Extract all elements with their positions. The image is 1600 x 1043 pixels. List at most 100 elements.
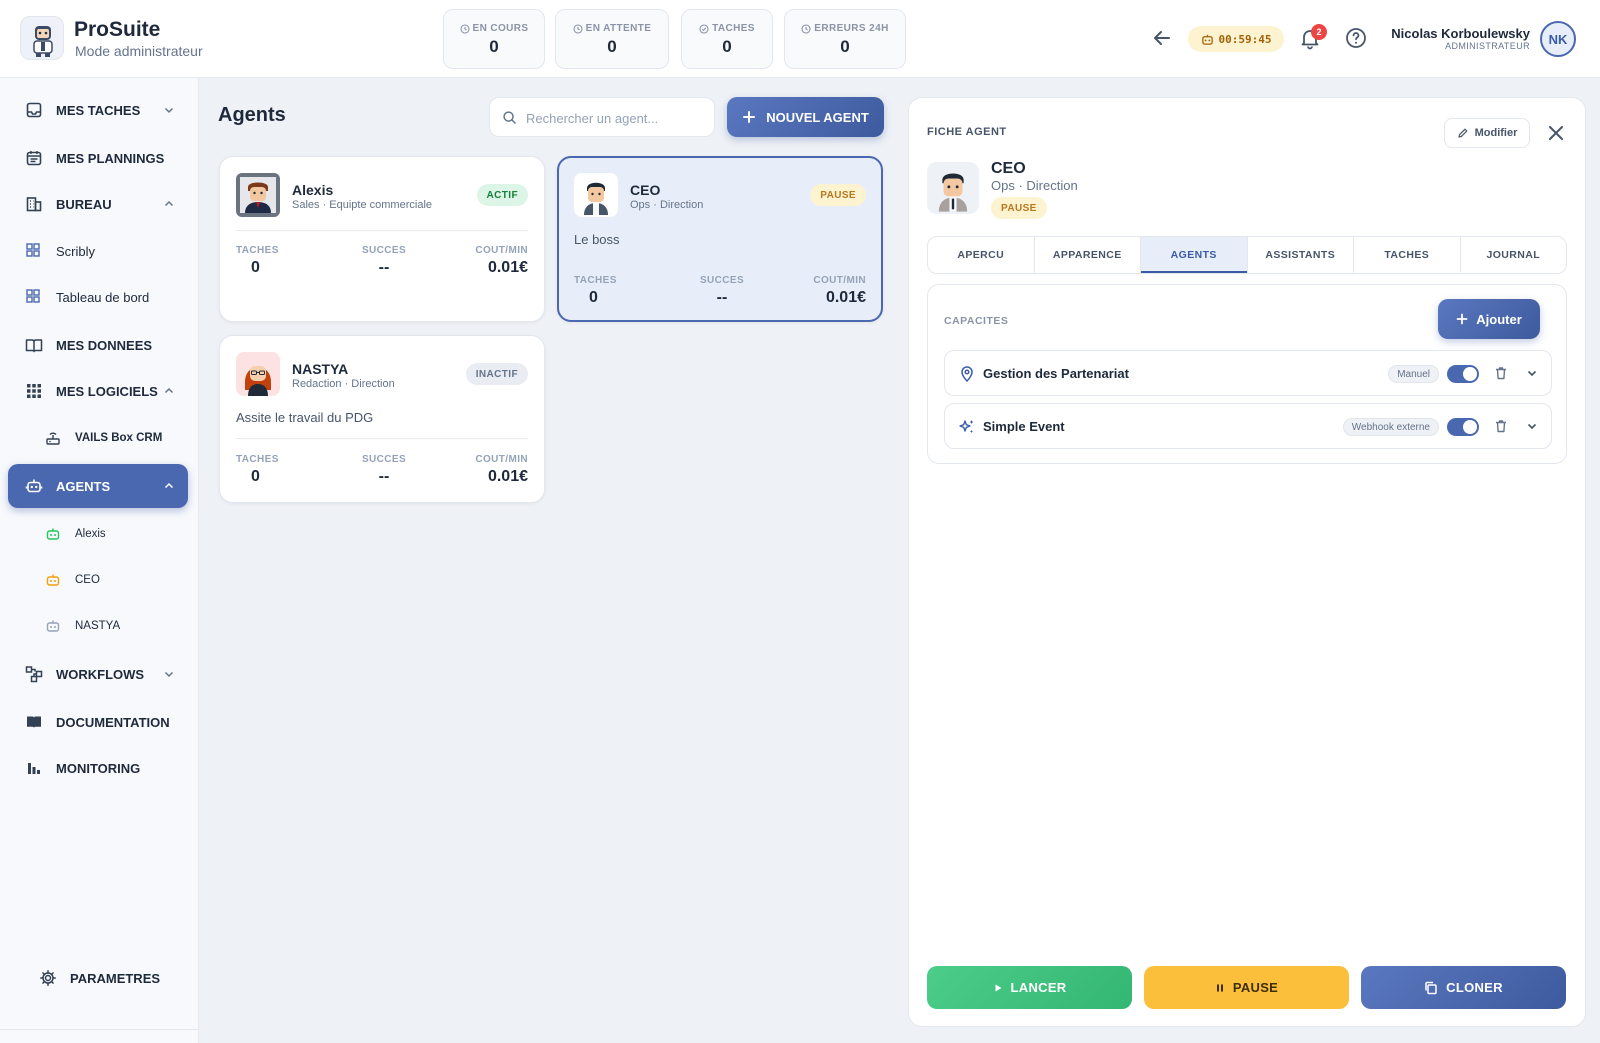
capability-row[interactable]: Gestion des Partenariat Manuel [944, 350, 1552, 396]
sidebar-item-tableau-de-bord[interactable]: Tableau de bord [8, 275, 188, 319]
sidebar-item-parametres[interactable]: PARAMETRES [22, 956, 202, 1000]
sidebar-item-documentation[interactable]: DOCUMENTATION [8, 700, 188, 744]
sidebar-item-mes-plannings[interactable]: MES PLANNINGS [8, 136, 188, 180]
chevron-down-icon[interactable] [1525, 366, 1539, 380]
add-capability-button[interactable]: Ajouter [1438, 299, 1540, 339]
sidebar-item-label: MES DONNEES [56, 337, 153, 353]
card-divider [236, 230, 528, 231]
agent-card-ceo[interactable]: CEO Ops · Direction PAUSE Le boss TACHES… [557, 156, 883, 322]
detail-tabs: APERCU APPARENCE AGENTS ASSISTANTS TACHE… [927, 236, 1567, 274]
sidebar-item-vails-box-crm[interactable]: VAILS Box CRM [8, 416, 188, 460]
back-arrow-icon[interactable] [1150, 26, 1174, 50]
sidebar-item-label: MES PLANNINGS [56, 150, 165, 166]
search-input[interactable] [526, 107, 706, 129]
sidebar: MES TACHES MES PLANNINGS BUREAU Scribly … [0, 78, 199, 1043]
pause-button[interactable]: PAUSE [1144, 966, 1349, 1009]
agent-name: NASTYA [292, 361, 349, 377]
stat-label: TACHES [712, 23, 755, 34]
metric-tasks: TACHES 0 [236, 454, 336, 486]
edit-button[interactable]: Modifier [1444, 118, 1530, 148]
metric-value: 0.01€ [487, 259, 528, 276]
tab-assistants[interactable]: ASSISTANTS [1248, 237, 1354, 273]
book-open-icon [25, 336, 43, 354]
metric-tasks: TACHES 0 [236, 245, 336, 277]
sidebar-item-ceo[interactable]: CEO [8, 558, 188, 602]
metric-value: 0 [251, 468, 260, 485]
clone-button[interactable]: CLONER [1361, 966, 1566, 1009]
capability-toggle[interactable] [1447, 418, 1479, 436]
sidebar-item-mes-logiciels[interactable]: MES LOGICIELS [8, 369, 188, 413]
sidebar-item-label: DOCUMENTATION [56, 714, 170, 730]
metric-value: -- [378, 468, 390, 485]
capability-name: Gestion des Partenariat [983, 366, 1129, 381]
robot-icon [45, 618, 61, 634]
agent-detail-name: CEO [991, 160, 1026, 177]
sidebar-item-alexis[interactable]: Alexis [8, 512, 188, 556]
new-agent-label: NOUVEL AGENT [766, 109, 869, 125]
sidebar-item-mes-donnees[interactable]: MES DONNEES [8, 323, 188, 367]
grid-icon [25, 288, 43, 306]
stat-label: EN COURS [472, 23, 529, 34]
copy-icon [1424, 981, 1438, 995]
sidebar-item-mes-taches[interactable]: MES TACHES [8, 88, 188, 132]
agent-avatar-large [927, 162, 979, 214]
trash-icon[interactable] [1493, 418, 1509, 434]
tab-apercu[interactable]: APERCU [928, 237, 1035, 273]
router-icon [45, 430, 61, 446]
metric-cost: COUT/MIN 0.01€ [766, 275, 866, 307]
workflow-icon [25, 665, 43, 683]
plus-icon [1456, 313, 1468, 325]
metric-label: SUCCES [361, 454, 407, 465]
search-icon [502, 110, 517, 125]
notification-count-badge: 2 [1311, 24, 1327, 40]
sidebar-item-bureau[interactable]: BUREAU [8, 182, 188, 226]
trash-icon[interactable] [1493, 365, 1509, 381]
sidebar-item-agents[interactable]: AGENTS [8, 464, 188, 508]
sidebar-item-scribly[interactable]: Scribly [8, 229, 188, 273]
capability-type-badge: Manuel [1388, 365, 1439, 383]
metric-cost: COUT/MIN 0.01€ [428, 454, 528, 486]
panel-heading: FICHE AGENT [927, 126, 1007, 138]
sidebar-item-workflows[interactable]: WORKFLOWS [8, 652, 188, 696]
capability-row[interactable]: Simple Event Webhook externe [944, 403, 1552, 449]
tab-journal[interactable]: JOURNAL [1461, 237, 1567, 273]
sparkle-icon [958, 418, 976, 436]
capability-toggle[interactable] [1447, 365, 1479, 383]
metric-value: -- [716, 289, 728, 306]
status-badge: INACTIF [465, 363, 528, 385]
sidebar-item-monitoring[interactable]: MONITORING [8, 746, 188, 790]
clone-label: CLONER [1446, 980, 1503, 995]
user-role: ADMINISTRATEUR [1445, 41, 1530, 51]
sidebar-item-label: CEO [75, 574, 100, 586]
robot-avatar-icon [20, 16, 64, 60]
stat-value: 0 [489, 37, 499, 56]
pause-icon [1215, 983, 1225, 993]
metric-value: 0.01€ [487, 468, 528, 485]
metric-label: TACHES [236, 454, 279, 465]
metric-value: -- [378, 259, 390, 276]
sidebar-divider [0, 1029, 199, 1030]
new-agent-button[interactable]: NOUVEL AGENT [727, 97, 884, 137]
edit-label: Modifier [1474, 127, 1518, 139]
help-icon[interactable] [1344, 26, 1368, 50]
launch-button[interactable]: LANCER [927, 966, 1132, 1009]
tab-apparence[interactable]: APPARENCE [1035, 237, 1141, 273]
agent-avatar [236, 173, 280, 217]
user-name: Nicolas Korboulewsky [1391, 26, 1530, 41]
user-avatar[interactable]: NK [1540, 21, 1576, 57]
capability-name: Simple Event [983, 419, 1065, 434]
sidebar-item-nastya[interactable]: NASTYA [8, 604, 188, 648]
chevron-down-icon[interactable] [1525, 419, 1539, 433]
close-icon[interactable] [1545, 122, 1567, 144]
building-icon [25, 195, 43, 213]
agent-card-nastya[interactable]: NASTYA Redaction · Direction INACTIF Ass… [219, 335, 545, 503]
metric-success: SUCCES -- [354, 245, 414, 277]
stat-value: 0 [840, 37, 850, 56]
sidebar-item-label: MONITORING [56, 760, 141, 776]
agent-card-alexis[interactable]: Alexis Sales · Equipte commerciale ACTIF… [219, 156, 545, 322]
chevron-down-icon [162, 667, 176, 681]
tab-taches[interactable]: TACHES [1354, 237, 1461, 273]
tab-agents[interactable]: AGENTS [1141, 237, 1248, 273]
capabilities-section: CAPACITES Ajouter Gestion des Partenaria… [927, 284, 1567, 464]
chevron-up-icon [162, 384, 176, 398]
